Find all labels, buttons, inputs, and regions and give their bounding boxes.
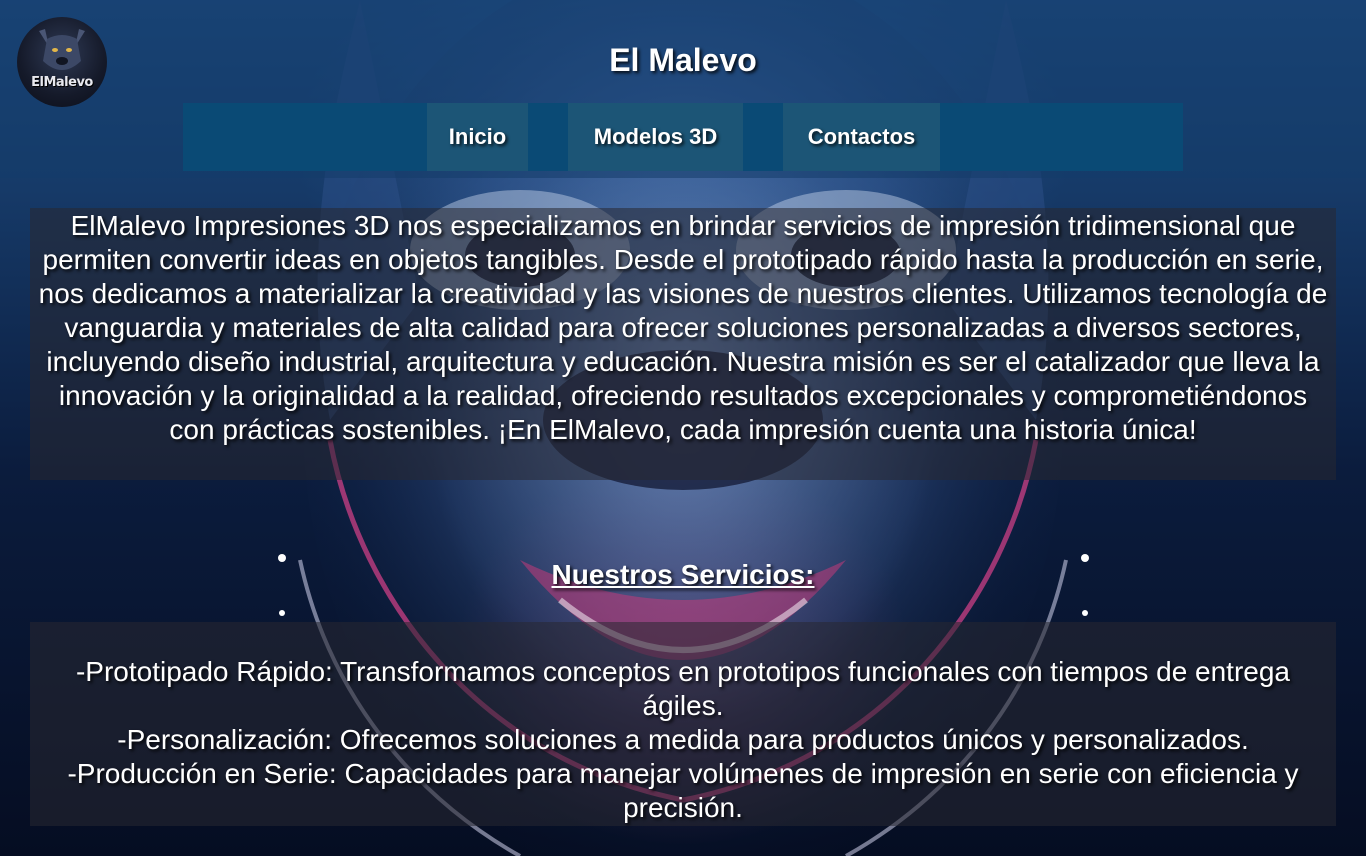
service-item-personalizacion: -Personalización: Ofrecemos soluciones a… (117, 724, 1249, 755)
nav-item-inicio[interactable]: Inicio (427, 103, 528, 171)
services-heading: Nuestros Servicios: (551, 559, 815, 590)
intro-paragraph: ElMalevo Impresiones 3D nos especializam… (30, 208, 1336, 480)
site-header: ElMalevo El Malevo Inicio Modelos 3D Con… (0, 0, 1366, 178)
nav-item-contactos[interactable]: Contactos (783, 103, 940, 171)
services-list: -Prototipado Rápido: Transformamos conce… (30, 622, 1336, 826)
main-nav: Inicio Modelos 3D Contactos (183, 103, 1183, 171)
nav-item-modelos-3d[interactable]: Modelos 3D (568, 103, 743, 171)
service-item-produccion: -Producción en Serie: Capacidades para m… (67, 758, 1299, 823)
service-item-prototipado: -Prototipado Rápido: Transformamos conce… (75, 656, 1291, 721)
page-title: El Malevo (609, 42, 757, 78)
